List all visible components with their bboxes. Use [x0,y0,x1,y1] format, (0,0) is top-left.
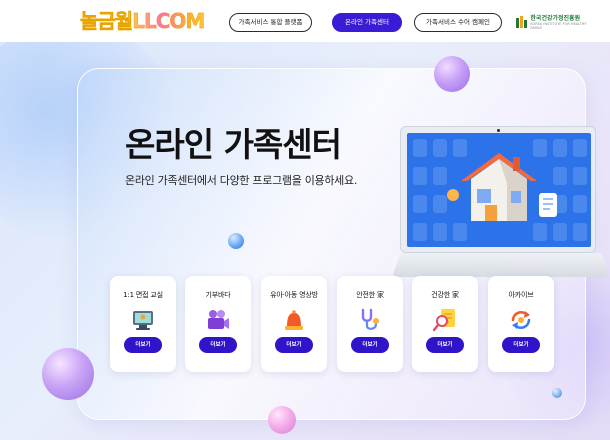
nav-online-family-center[interactable]: 온라인 가족센터 [332,13,402,32]
laptop-base [392,253,610,277]
laptop-screen [407,133,591,247]
house-on-screen-icon [413,139,587,241]
card-healthy-home: 건강한 家 더보기 [412,276,478,372]
decor-sphere-purple-left [42,348,94,400]
stethoscope-icon [361,308,379,330]
laptop-illustration [392,126,610,296]
nav-family-service-platform[interactable]: 가족서비스 통합 플랫폼 [229,13,312,32]
card-child-video-room: 유아·아동 영상방 더보기 [261,276,327,372]
site-logo[interactable]: 놀금월LLCOM [80,8,216,34]
partner-name: 한국건강가정진흥원 [530,14,581,22]
card-label: 건강한 家 [431,291,459,299]
decor-sphere-purple-top [434,56,470,92]
card-label: 기부바다 [205,291,231,299]
decor-sphere-blue-right [552,388,562,398]
top-header: 놀금월LLCOM 가족서비스 통합 플랫폼 온라인 가족센터 가족서비스 수어 … [0,0,610,42]
card-label: 1:1 면접 교실 [123,291,163,299]
page-subtitle: 온라인 가족센터에서 다양한 프로그램을 이용하세요. [125,174,358,187]
monitor-icon [133,311,153,330]
card-interview-class: 1:1 면접 교실 더보기 [110,276,176,372]
card-label: 안전한 家 [356,291,384,299]
decor-sphere-pink [268,406,296,434]
card-label: 유아·아동 영상방 [270,291,318,299]
video-camera-icon [208,310,229,329]
card-safe-home: 안전한 家 더보기 [337,276,403,372]
partner-subtitle: KOREA INSTITUTE FOR HEALTHY FAMILY [530,21,587,30]
decor-sphere-blue-small [228,233,244,249]
page-title: 온라인 가족센터 [125,125,342,164]
laptop-camera [497,129,500,132]
partner-logo[interactable]: 한국건강가정진흥원 KOREA INSTITUTE FOR HEALTHY FA… [516,13,596,31]
more-button[interactable]: 더보기 [502,337,540,353]
more-button[interactable]: 더보기 [199,337,237,353]
card-archive: 아카이브 더보기 [488,276,554,372]
more-button[interactable]: 더보기 [275,337,313,353]
partner-mark-icon [516,16,527,28]
bell-icon [285,310,303,330]
card-donation-sea: 기부바다 더보기 [185,276,251,372]
refresh-icon [511,311,531,329]
magnifier-document-icon [432,309,455,332]
more-button[interactable]: 더보기 [351,337,389,353]
more-button[interactable]: 더보기 [426,337,464,353]
nav-sign-language-campaign[interactable]: 가족서비스 수어 캠페인 [414,13,502,32]
more-button[interactable]: 더보기 [124,337,162,353]
card-label: 아카이브 [508,291,534,299]
laptop-screen-frame [400,126,596,253]
